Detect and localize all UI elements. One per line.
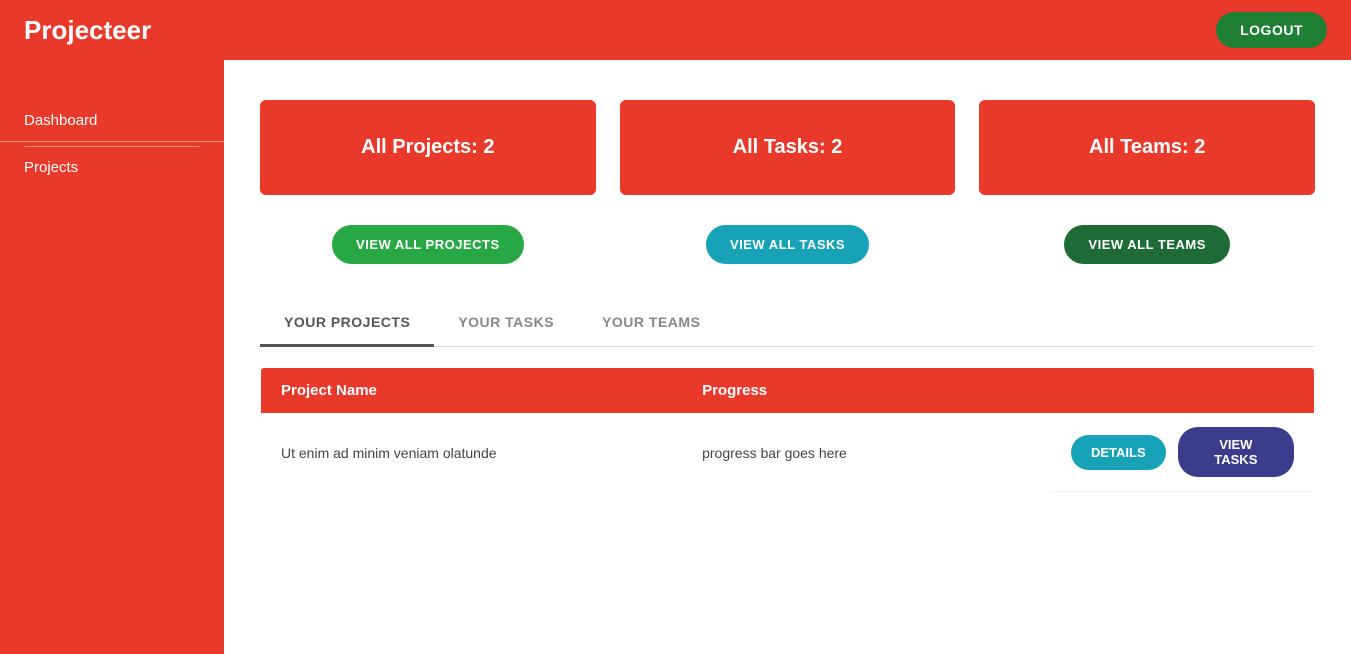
sidebar: Dashboard Projects [0, 60, 224, 654]
col-project-name: Project Name [261, 368, 683, 414]
actions-cell: DETAILS VIEW TASKS [1051, 413, 1314, 492]
header: Projecteer LOGOUT [0, 0, 1351, 60]
tab-your-projects[interactable]: YOUR PROJECTS [260, 300, 434, 347]
view-all-teams-button[interactable]: VIEW ALL TEAMS [1064, 225, 1230, 264]
tab-your-tasks[interactable]: YOUR TASKS [434, 300, 578, 347]
summary-cards: All Projects: 2 All Tasks: 2 All Teams: … [260, 100, 1315, 195]
projects-table: Project Name Progress Ut enim ad minim v… [260, 367, 1315, 493]
view-buttons-row: VIEW ALL PROJECTS VIEW ALL TASKS VIEW AL… [260, 225, 1315, 264]
sidebar-item-projects[interactable]: Projects [0, 147, 224, 188]
view-all-projects-button[interactable]: VIEW ALL PROJECTS [332, 225, 524, 264]
table-row: Ut enim ad minim veniam olatunde progres… [261, 413, 1315, 493]
app-title: Projecteer [24, 15, 151, 46]
main-content: All Projects: 2 All Tasks: 2 All Teams: … [224, 60, 1351, 654]
col-actions [1051, 368, 1315, 414]
all-projects-card: All Projects: 2 [260, 100, 596, 195]
col-progress: Progress [682, 368, 1051, 414]
tabs: YOUR PROJECTS YOUR TASKS YOUR TEAMS [260, 300, 1315, 347]
all-teams-card: All Teams: 2 [979, 100, 1315, 195]
table-header: Project Name Progress [261, 368, 1315, 414]
logout-button[interactable]: LOGOUT [1216, 12, 1327, 48]
layout: Dashboard Projects All Projects: 2 All T… [0, 60, 1351, 654]
view-tasks-button[interactable]: VIEW TASKS [1178, 427, 1294, 477]
details-button[interactable]: DETAILS [1071, 435, 1166, 470]
tab-your-teams[interactable]: YOUR TEAMS [578, 300, 724, 347]
view-all-tasks-button[interactable]: VIEW ALL TASKS [706, 225, 869, 264]
sidebar-item-dashboard[interactable]: Dashboard [0, 100, 224, 142]
all-tasks-card: All Tasks: 2 [620, 100, 956, 195]
table-body: Ut enim ad minim veniam olatunde progres… [261, 413, 1315, 493]
project-name-cell: Ut enim ad minim veniam olatunde [261, 413, 683, 493]
progress-cell: progress bar goes here [682, 413, 1051, 493]
